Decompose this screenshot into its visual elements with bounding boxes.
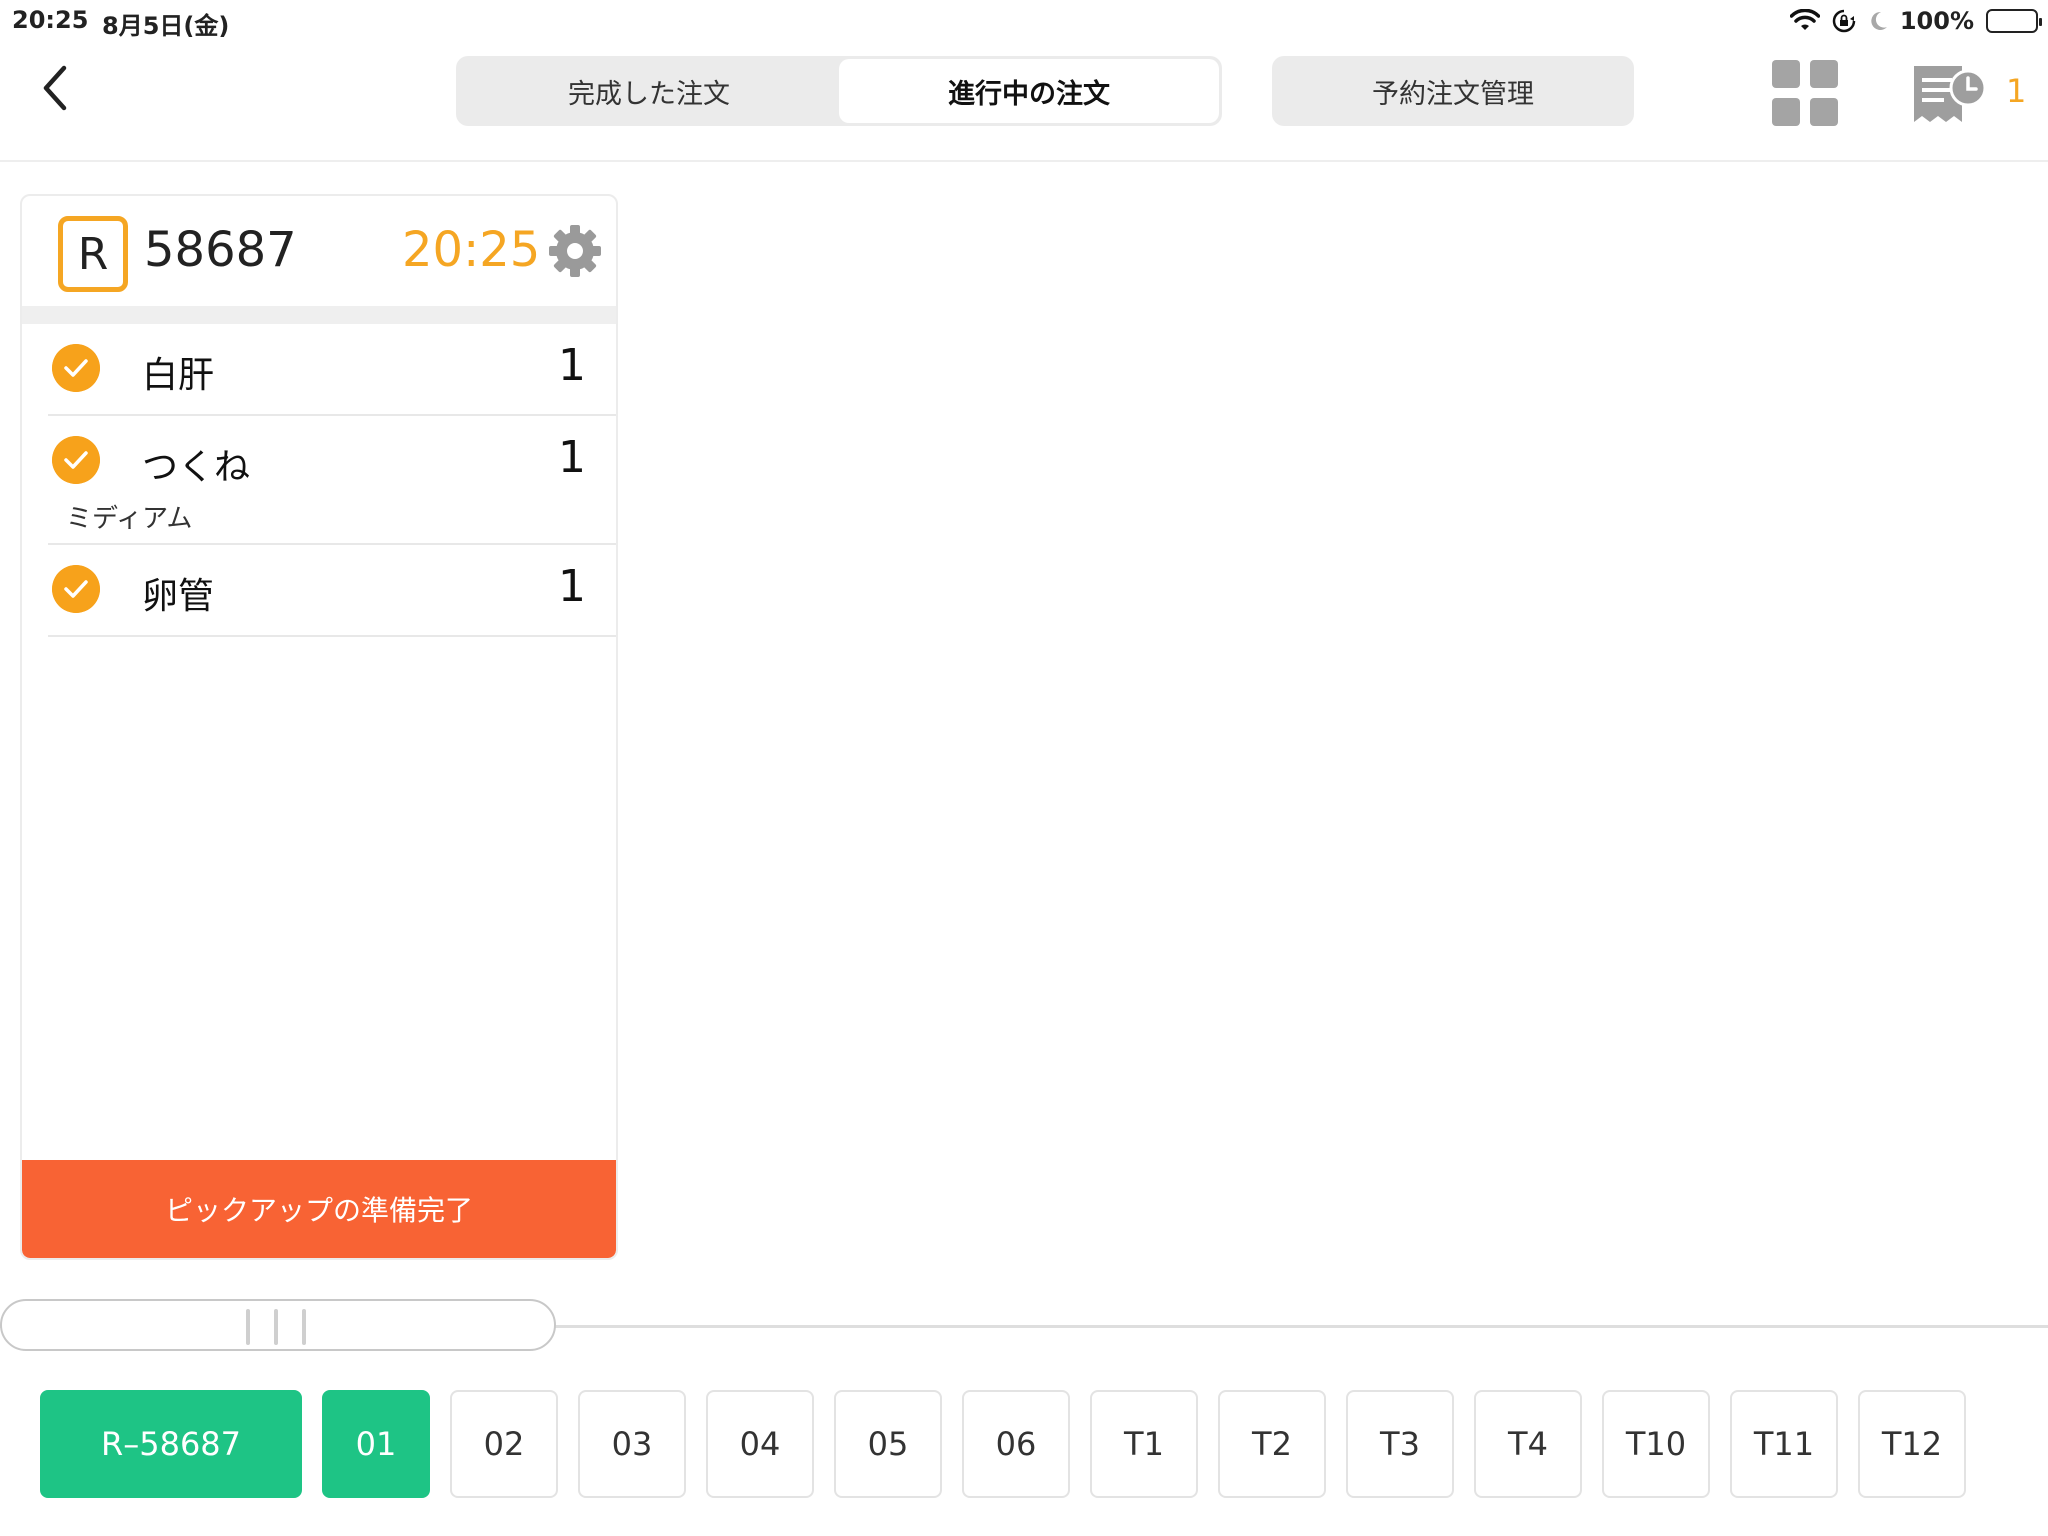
table-button[interactable]: T11 xyxy=(1730,1390,1838,1498)
order-item[interactable]: 白肝 1 xyxy=(48,324,616,416)
item-name: 白肝 xyxy=(142,355,215,396)
table-button[interactable]: 04 xyxy=(706,1390,814,1498)
order-item[interactable]: つくね 1 ミディアム xyxy=(48,416,616,545)
status-date: 8月5日(金) xyxy=(102,12,230,40)
tab-completed-orders[interactable]: 完成した注文 xyxy=(459,59,839,123)
grip-line xyxy=(246,1309,250,1345)
tab-in-progress-orders[interactable]: 進行中の注文 xyxy=(839,59,1219,123)
table-button[interactable]: 03 xyxy=(578,1390,686,1498)
top-navigation: 完成した注文 進行中の注文 予約注文管理 1 xyxy=(0,42,2048,162)
back-button[interactable] xyxy=(36,62,76,114)
item-quantity: 1 xyxy=(558,340,586,391)
order-type-badge: R xyxy=(58,216,128,292)
check-icon xyxy=(52,344,100,392)
moon-icon xyxy=(1871,11,1887,30)
order-card-header: R 58687 20:25 xyxy=(22,196,616,324)
pending-order-count: 1 xyxy=(2006,72,2027,110)
order-status-tabs: 完成した注文 進行中の注文 xyxy=(456,56,1222,126)
table-button[interactable]: 05 xyxy=(834,1390,942,1498)
table-button[interactable]: 01 xyxy=(322,1390,430,1498)
battery-icon xyxy=(1986,9,2042,33)
order-card: R 58687 20:25 白肝 1 つくね 1 ミディアム 卵管 1 ピックア… xyxy=(20,194,618,1260)
table-button[interactable]: T2 xyxy=(1218,1390,1326,1498)
ready-for-pickup-button[interactable]: ピックアップの準備完了 xyxy=(22,1160,616,1258)
table-button[interactable]: 06 xyxy=(962,1390,1070,1498)
item-quantity: 1 xyxy=(558,561,586,612)
receipt-clock-icon[interactable] xyxy=(1912,62,1988,128)
table-button[interactable]: 02 xyxy=(450,1390,558,1498)
table-button[interactable]: T3 xyxy=(1346,1390,1454,1498)
battery-percent: 100% xyxy=(1899,7,1974,35)
order-item[interactable]: 卵管 1 xyxy=(48,545,616,637)
grip-line xyxy=(302,1309,306,1345)
table-button[interactable]: T1 xyxy=(1090,1390,1198,1498)
rotation-lock-icon xyxy=(1832,9,1856,33)
status-time: 20:25 xyxy=(12,6,89,34)
table-button-order[interactable]: R–58687 xyxy=(40,1390,302,1498)
item-modifier: ミディアム xyxy=(66,504,193,534)
scroll-handle[interactable] xyxy=(0,1299,556,1351)
table-button[interactable]: T12 xyxy=(1858,1390,1966,1498)
item-quantity: 1 xyxy=(558,432,586,483)
check-icon xyxy=(52,565,100,613)
table-selector: R–58687 01 02 03 04 05 06 T1 T2 T3 T4 T1… xyxy=(40,1390,1966,1500)
check-icon xyxy=(52,436,100,484)
table-button[interactable]: T4 xyxy=(1474,1390,1582,1498)
order-number: 58687 xyxy=(144,222,297,278)
grid-view-icon[interactable] xyxy=(1772,60,1838,126)
gear-icon[interactable] xyxy=(548,224,602,278)
status-bar: 20:25 8月5日(金) 100% xyxy=(0,0,2048,42)
item-name: つくね xyxy=(142,447,251,488)
reservation-management-button[interactable]: 予約注文管理 xyxy=(1272,56,1634,126)
wifi-icon xyxy=(1789,9,1820,30)
item-name: 卵管 xyxy=(142,576,215,617)
table-button[interactable]: T10 xyxy=(1602,1390,1710,1498)
grip-line xyxy=(274,1309,278,1345)
order-time: 20:25 xyxy=(402,222,541,278)
status-right: 100% xyxy=(1789,6,2042,36)
